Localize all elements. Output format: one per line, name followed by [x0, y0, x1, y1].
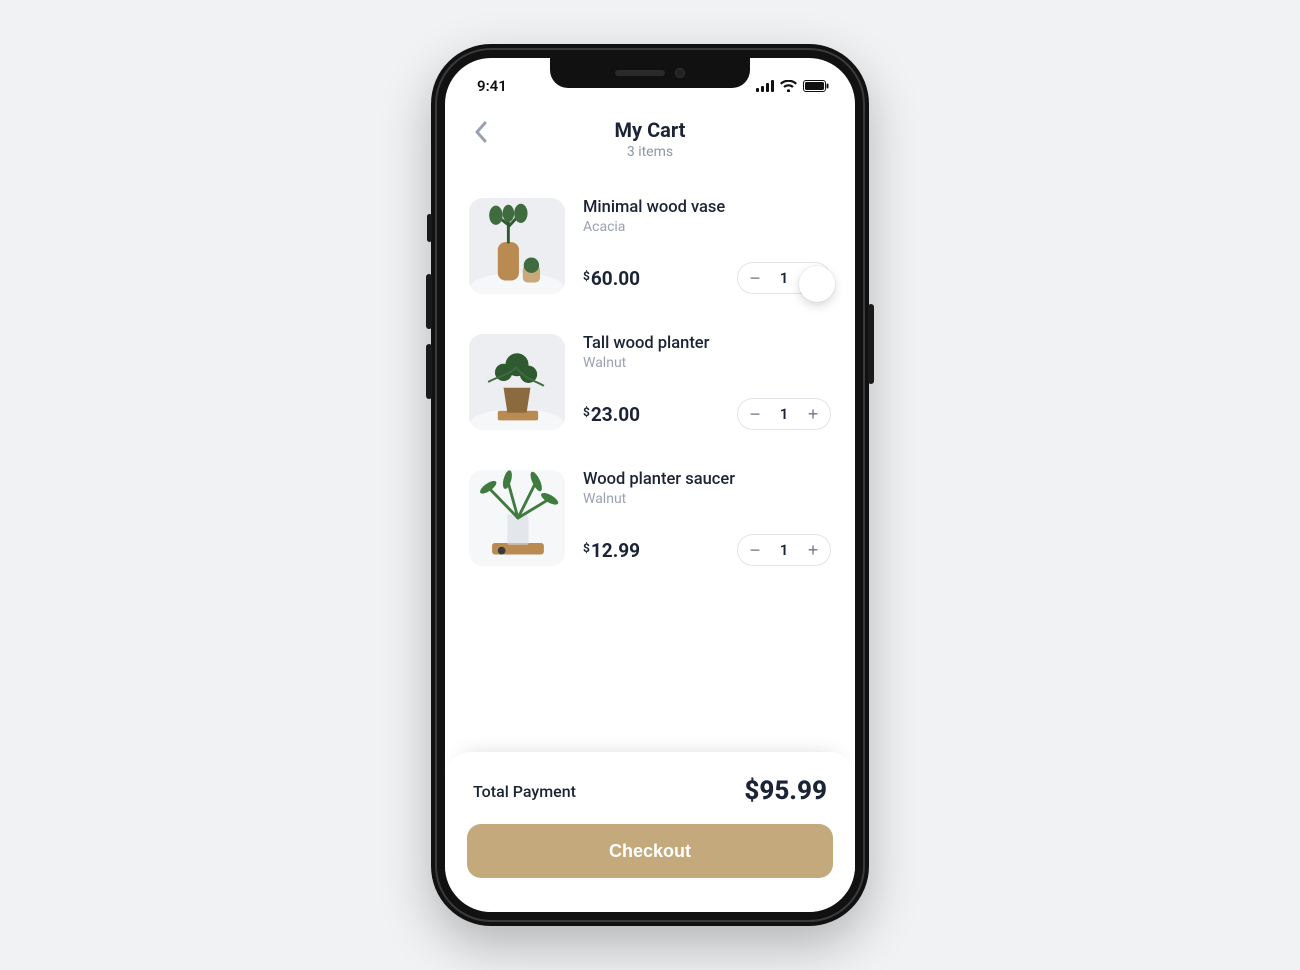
plant-saucer-icon — [469, 470, 565, 566]
header: My Cart 3 items — [445, 108, 855, 178]
speaker-grille — [615, 70, 665, 76]
cart-item: Wood planter saucer Walnut $ 12.99 − 1 + — [469, 456, 831, 592]
price-value: 60.00 — [591, 267, 640, 290]
plant-vase-icon — [469, 198, 565, 294]
cart-item: Minimal wood vase Acacia $ 60.00 − 1 + — [469, 184, 831, 320]
increment-button[interactable]: + — [798, 399, 828, 429]
cellular-icon — [756, 80, 774, 92]
currency-symbol: $ — [583, 269, 590, 283]
quantity-stepper: − 1 + — [737, 262, 831, 294]
quantity-stepper: − 1 + — [737, 534, 831, 566]
phone-frame: 9:41 My Cart 3 items — [431, 44, 869, 926]
front-camera — [675, 68, 685, 78]
item-info: Wood planter saucer Walnut $ 12.99 − 1 + — [583, 470, 831, 566]
currency-symbol: $ — [583, 405, 590, 419]
item-info: Tall wood planter Walnut $ 23.00 − 1 + — [583, 334, 831, 430]
decrement-button[interactable]: − — [740, 263, 770, 293]
item-name: Minimal wood vase — [583, 198, 831, 217]
quantity-stepper: − 1 + — [737, 398, 831, 430]
screen: 9:41 My Cart 3 items — [445, 58, 855, 912]
decrement-button[interactable]: − — [740, 399, 770, 429]
checkout-button[interactable]: Checkout — [467, 824, 833, 878]
status-time: 9:41 — [477, 77, 507, 95]
wifi-icon — [780, 80, 797, 92]
item-price: $ 23.00 — [583, 403, 640, 426]
total-label: Total Payment — [473, 782, 576, 801]
price-value: 23.00 — [591, 403, 640, 426]
status-icons — [756, 80, 829, 92]
decrement-button[interactable]: − — [740, 535, 770, 565]
item-name: Tall wood planter — [583, 334, 831, 353]
increment-button[interactable]: + — [798, 535, 828, 565]
chevron-left-icon — [474, 121, 488, 147]
battery-icon — [803, 80, 829, 92]
cart-item: Tall wood planter Walnut $ 23.00 − 1 + — [469, 320, 831, 456]
item-variant: Walnut — [583, 355, 831, 371]
product-thumbnail[interactable] — [469, 470, 565, 566]
volume-up-button — [426, 274, 432, 329]
item-variant: Acacia — [583, 219, 831, 235]
quantity-value: 1 — [770, 269, 798, 287]
cart-list: Minimal wood vase Acacia $ 60.00 − 1 + — [445, 178, 855, 752]
price-value: 12.99 — [591, 539, 640, 562]
item-name: Wood planter saucer — [583, 470, 831, 489]
power-button — [868, 304, 874, 384]
volume-down-button — [426, 344, 432, 399]
product-thumbnail[interactable] — [469, 198, 565, 294]
notch — [550, 58, 750, 88]
product-thumbnail[interactable] — [469, 334, 565, 430]
quantity-value: 1 — [770, 541, 798, 559]
checkout-footer: Total Payment $95.99 Checkout — [445, 752, 855, 912]
item-price: $ 12.99 — [583, 539, 640, 562]
increment-button[interactable]: + — [798, 263, 828, 293]
item-variant: Walnut — [583, 491, 831, 507]
back-button[interactable] — [465, 118, 497, 150]
item-info: Minimal wood vase Acacia $ 60.00 − 1 + — [583, 198, 831, 294]
total-row: Total Payment $95.99 — [467, 776, 833, 824]
currency-symbol: $ — [583, 541, 590, 555]
page-title: My Cart — [465, 118, 835, 142]
item-price: $ 60.00 — [583, 267, 640, 290]
mute-switch — [427, 214, 432, 242]
page-subtitle: 3 items — [465, 144, 835, 160]
plant-planter-icon — [469, 334, 565, 430]
quantity-value: 1 — [770, 405, 798, 423]
total-amount: $95.99 — [744, 776, 827, 806]
